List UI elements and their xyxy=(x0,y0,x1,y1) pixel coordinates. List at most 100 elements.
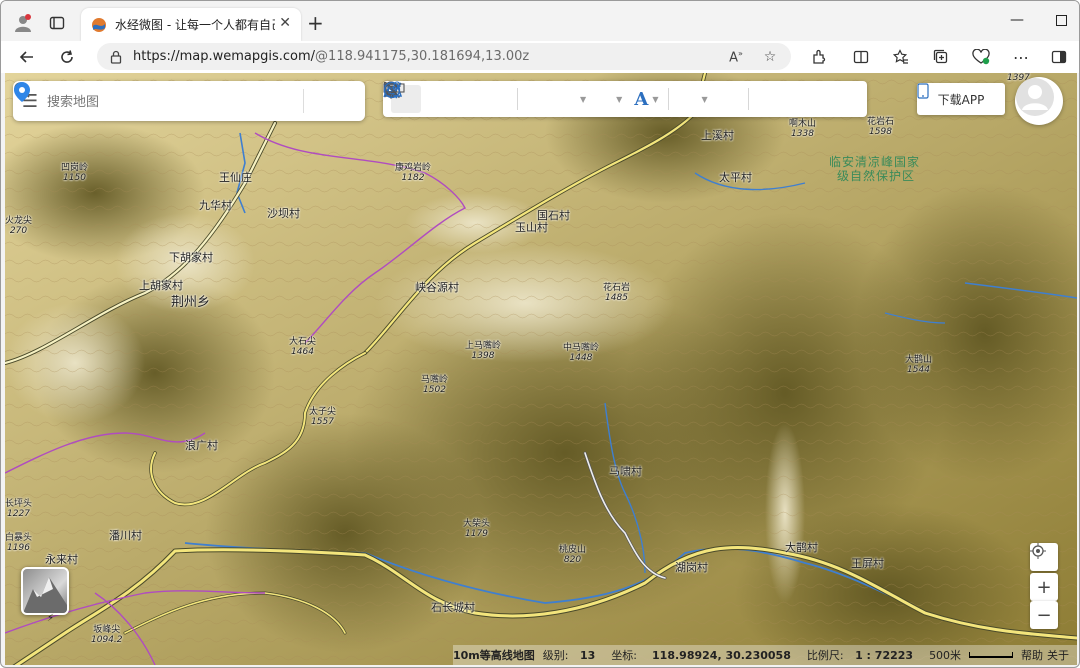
peak-label: 上马嘴岭 1398 xyxy=(465,341,501,361)
chevron-down-icon[interactable]: ▼ xyxy=(580,95,586,104)
scale-value: 1 : 72223 xyxy=(855,649,914,662)
place-label: 石长城村 xyxy=(431,601,475,614)
peak-elevation: 1094.2 xyxy=(91,635,123,645)
peak-label: 花岩石 1598 xyxy=(867,117,894,137)
chevron-down-icon[interactable]: ▼ xyxy=(652,95,658,104)
coord-value: 118.98924, 30.230058 xyxy=(652,649,791,662)
basemap-switcher[interactable] xyxy=(21,567,69,615)
crosshair-icon xyxy=(1030,543,1046,559)
divider xyxy=(747,88,749,110)
peak-elevation: 1598 xyxy=(869,127,892,137)
peak-label: 太子尖 1557 xyxy=(309,407,336,427)
peak-elevation: 1485 xyxy=(605,293,628,303)
marker-pin-icon[interactable] xyxy=(384,81,554,113)
address-bar[interactable]: https://map.wemapgis.com/@118.941175,30.… xyxy=(97,43,791,70)
help-link[interactable]: 帮助 xyxy=(1021,647,1043,663)
place-label: 沙坝村 xyxy=(267,207,300,220)
extensions-icon[interactable] xyxy=(805,44,833,70)
back-arrow-icon[interactable] xyxy=(13,44,41,70)
place-label: 上溪村 xyxy=(701,129,734,142)
zoom-box-icon[interactable] xyxy=(384,82,511,113)
refresh-icon[interactable] xyxy=(53,44,81,70)
lightning-icon: ⚡ xyxy=(47,613,55,624)
globe-icon[interactable] xyxy=(383,81,785,113)
zoom-label: 级别: xyxy=(542,649,569,662)
tab-title: 水经微图 - 让每一个人都有自己的 xyxy=(115,18,275,32)
peak-label: 火龙尖 270 xyxy=(5,216,32,236)
locate-me-button[interactable] xyxy=(1030,543,1058,571)
peak-elevation: 1338 xyxy=(791,129,814,139)
peak-label: 马嘴岭 1502 xyxy=(421,375,448,395)
tab-wemap[interactable]: 水经微图 - 让每一个人都有自己的 ✕ xyxy=(81,8,301,41)
peak-label: 白暴头 1196 xyxy=(5,533,32,553)
identify-pointer-icon[interactable] xyxy=(385,81,742,113)
map-search-box: ☰ xyxy=(13,81,365,121)
url-path: @118.941175,30.181694,13.00z xyxy=(315,49,530,64)
peak-elevation: 1227 xyxy=(7,509,30,519)
zoom-out-button[interactable]: − xyxy=(1030,601,1058,629)
map-canvas[interactable]: 王仙庄 九华村 沙坝村 下胡家村 上胡家村 荆州乡 峡谷源村 国石村 玉山村 上… xyxy=(5,73,1077,665)
place-label: 湖岗村 xyxy=(675,561,708,574)
place-label: 永来村 xyxy=(45,553,78,566)
divider xyxy=(303,89,304,113)
peak-name: 坂峰尖 xyxy=(93,625,121,635)
place-label: 王屏村 xyxy=(851,557,884,570)
scale-readout: 比例尺: 1 : 72223 xyxy=(807,647,921,663)
peak-name: 大柴头 xyxy=(463,519,491,529)
place-label: 荆州乡 xyxy=(171,295,211,310)
zoom-in-button[interactable]: + xyxy=(1030,573,1058,601)
more-menu-icon[interactable]: ⋯ xyxy=(1007,44,1035,70)
reserve-label: 临安清凉峰国家 级自然保护区 xyxy=(829,155,920,183)
peak-name: 桃皮山 xyxy=(559,545,587,555)
peak-elevation: 1544 xyxy=(907,365,930,375)
chevron-down-icon[interactable]: ▼ xyxy=(616,95,622,104)
select-arrow-icon[interactable] xyxy=(385,81,451,113)
maximize-button[interactable] xyxy=(1039,7,1079,33)
peak-label: 大石尖 1464 xyxy=(289,337,316,357)
peak-name: 上马嘴岭 xyxy=(465,341,502,351)
lock-icon[interactable] xyxy=(109,50,123,64)
peak-label: 啊木山 1338 xyxy=(789,119,816,139)
peak-label: 大柴头 1179 xyxy=(463,519,490,539)
peak-elevation: 270 xyxy=(9,226,28,236)
profile-icon[interactable] xyxy=(9,9,37,37)
peak-elevation: 1398 xyxy=(471,351,495,361)
browser-essentials-icon[interactable] xyxy=(967,44,995,70)
peak-elevation: 820 xyxy=(563,555,582,565)
place-label: 玉山村 xyxy=(515,221,548,234)
layer-name: 10m等高线地图 xyxy=(453,649,535,662)
split-screen-icon[interactable] xyxy=(847,44,875,70)
read-aloud-icon[interactable]: A» xyxy=(725,47,747,67)
new-tab-button[interactable]: + xyxy=(307,11,324,35)
peak-name: 长坪头 xyxy=(5,499,33,509)
about-link[interactable]: 关于 xyxy=(1047,647,1069,663)
box-select-icon[interactable] xyxy=(384,82,481,113)
place-label: 太平村 xyxy=(719,171,752,184)
collections-icon[interactable] xyxy=(927,44,955,70)
peak-elevation: 1557 xyxy=(311,417,334,427)
drawing-toolbar: ▼ ▼ A ▼ ▼ xyxy=(383,81,867,117)
scale-bar-label: 500米 xyxy=(929,649,962,662)
peak-label: 凹岗岭 1150 xyxy=(61,163,88,183)
terrain-thumbnail-icon xyxy=(23,577,67,613)
minimize-icon xyxy=(997,7,1041,33)
peak-elevation: 1179 xyxy=(465,529,488,539)
favorites-icon[interactable] xyxy=(887,44,915,70)
search-input[interactable] xyxy=(47,93,267,109)
place-label: 大鹊村 xyxy=(785,541,818,554)
tab-close-icon[interactable]: ✕ xyxy=(279,15,291,31)
peak-name: 马嘴岭 xyxy=(421,375,449,385)
place-label: 九华村 xyxy=(199,199,232,212)
nav-bar: https://map.wemapgis.com/@118.941175,30.… xyxy=(1,41,1079,73)
tab-actions-icon[interactable] xyxy=(43,9,71,37)
peak-name: 火龙尖 xyxy=(5,216,33,226)
peak-name: 大鹊山 xyxy=(905,355,933,365)
peak-elevation: 1464 xyxy=(291,347,314,357)
chevron-down-icon[interactable]: ▼ xyxy=(701,95,707,104)
sidebar-toggle-icon[interactable] xyxy=(1045,44,1073,70)
user-avatar[interactable] xyxy=(1015,77,1063,125)
download-app-button[interactable]: 下载APP xyxy=(917,83,1005,115)
divider xyxy=(517,88,518,110)
scale-label: 比例尺: xyxy=(806,649,844,662)
favorite-star-icon[interactable]: ☆ xyxy=(759,47,781,67)
